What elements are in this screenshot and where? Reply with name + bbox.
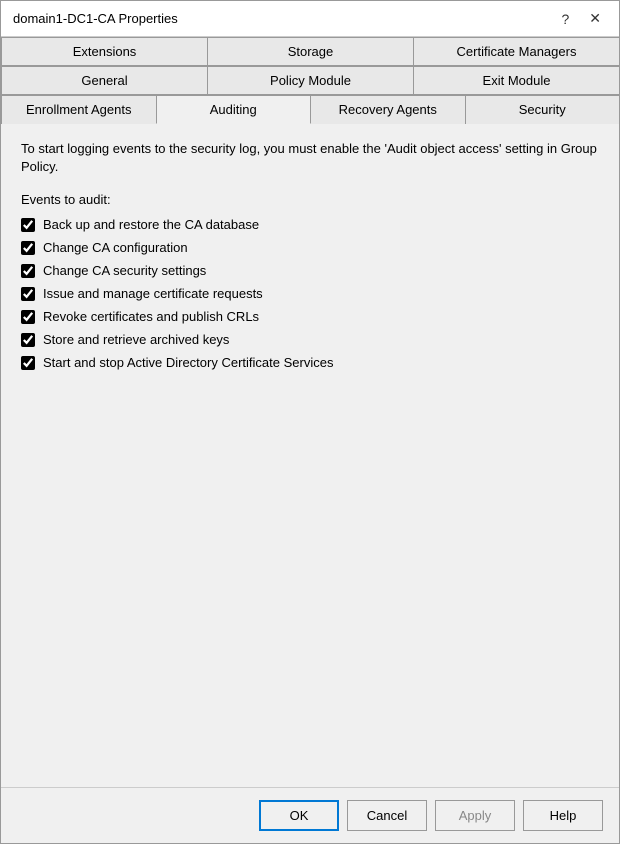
events-label: Events to audit:	[21, 192, 599, 207]
checkbox-issue-manage[interactable]	[21, 287, 35, 301]
dialog-window: domain1-DC1-CA Properties ? ✕ Extensions…	[0, 0, 620, 844]
checkbox-item-6: Start and stop Active Directory Certific…	[21, 355, 599, 370]
checkbox-revoke-label: Revoke certificates and publish CRLs	[43, 309, 259, 324]
dialog-title: domain1-DC1-CA Properties	[13, 11, 178, 26]
checkbox-item-0: Back up and restore the CA database	[21, 217, 599, 232]
ok-button[interactable]: OK	[259, 800, 339, 831]
checkbox-issue-manage-label: Issue and manage certificate requests	[43, 286, 263, 301]
tab-row-2: General Policy Module Exit Module	[1, 66, 619, 95]
checkbox-backup-label: Back up and restore the CA database	[43, 217, 259, 232]
help-button[interactable]: ?	[555, 9, 575, 29]
content-area: To start logging events to the security …	[1, 124, 619, 787]
info-text: To start logging events to the security …	[21, 140, 599, 176]
tab-enrollment-agents[interactable]: Enrollment Agents	[1, 95, 157, 124]
tab-security[interactable]: Security	[465, 95, 620, 124]
checkbox-store-retrieve[interactable]	[21, 333, 35, 347]
checkbox-change-config[interactable]	[21, 241, 35, 255]
title-bar: domain1-DC1-CA Properties ? ✕	[1, 1, 619, 37]
help-bottom-button[interactable]: Help	[523, 800, 603, 831]
checkbox-security-settings-label: Change CA security settings	[43, 263, 206, 278]
button-bar: OK Cancel Apply Help	[1, 787, 619, 843]
tab-exit-module[interactable]: Exit Module	[413, 66, 620, 94]
checkbox-item-3: Issue and manage certificate requests	[21, 286, 599, 301]
title-controls: ? ✕	[555, 8, 607, 29]
checkbox-security-settings[interactable]	[21, 264, 35, 278]
checkbox-store-retrieve-label: Store and retrieve archived keys	[43, 332, 229, 347]
apply-button[interactable]: Apply	[435, 800, 515, 831]
tab-recovery-agents[interactable]: Recovery Agents	[310, 95, 466, 124]
cancel-button[interactable]: Cancel	[347, 800, 427, 831]
tabs-container: Extensions Storage Certificate Managers …	[1, 37, 619, 124]
tab-auditing[interactable]: Auditing	[156, 95, 312, 124]
tab-policy-module[interactable]: Policy Module	[207, 66, 414, 94]
checkbox-item-5: Store and retrieve archived keys	[21, 332, 599, 347]
tab-storage[interactable]: Storage	[207, 37, 414, 65]
tab-row-1: Extensions Storage Certificate Managers	[1, 37, 619, 66]
close-button[interactable]: ✕	[583, 8, 607, 29]
checkbox-item-4: Revoke certificates and publish CRLs	[21, 309, 599, 324]
checkbox-start-stop-label: Start and stop Active Directory Certific…	[43, 355, 333, 370]
checkbox-item-2: Change CA security settings	[21, 263, 599, 278]
checkbox-item-1: Change CA configuration	[21, 240, 599, 255]
tab-extensions[interactable]: Extensions	[1, 37, 208, 65]
checkbox-start-stop[interactable]	[21, 356, 35, 370]
tab-general[interactable]: General	[1, 66, 208, 94]
checkbox-revoke[interactable]	[21, 310, 35, 324]
tab-certificate-managers[interactable]: Certificate Managers	[413, 37, 620, 65]
tab-row-3: Enrollment Agents Auditing Recovery Agen…	[1, 95, 619, 124]
checkbox-backup[interactable]	[21, 218, 35, 232]
checkbox-change-config-label: Change CA configuration	[43, 240, 188, 255]
